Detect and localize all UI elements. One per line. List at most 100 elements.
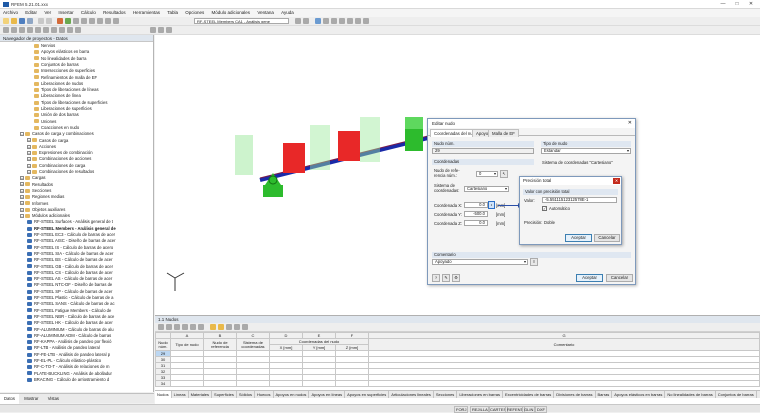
tab-malla-ef[interactable]: Malla de EF <box>488 129 519 137</box>
top-view-icon[interactable] <box>355 18 361 24</box>
member-icon[interactable] <box>27 27 33 33</box>
sheet-tab[interactable]: Liberaciones en barras <box>457 391 504 398</box>
table-tool-1-icon[interactable] <box>158 324 164 330</box>
table-cell[interactable] <box>236 380 270 387</box>
menu-insertar[interactable]: Insertar <box>55 9 76 17</box>
sheet-tab[interactable]: Excentricidades de barras <box>503 391 555 398</box>
sheet-tab[interactable]: No linealidades de barras <box>665 391 716 398</box>
expand-icon[interactable]: + <box>27 138 31 143</box>
full-precision-button[interactable]: • <box>488 201 495 209</box>
measure-icon[interactable] <box>150 27 156 33</box>
menu-editar[interactable]: Editar <box>22 9 40 17</box>
expand-icon[interactable]: + <box>27 157 31 162</box>
expand-icon[interactable]: + <box>20 201 24 206</box>
side-view-icon[interactable] <box>363 18 369 24</box>
expand-icon[interactable]: + <box>27 169 31 174</box>
menu-ver[interactable]: Ver <box>41 9 54 17</box>
coord-x-field[interactable]: 0.0 <box>464 202 488 208</box>
pan-icon[interactable] <box>113 18 119 24</box>
table-tool-7-icon[interactable] <box>210 324 216 330</box>
line-icon[interactable] <box>19 27 25 33</box>
menu-ayuda[interactable]: Ayuda <box>278 9 297 17</box>
nav-item[interactable]: BRACING - Cálculo de arriostramiento d <box>0 377 109 384</box>
open-icon[interactable] <box>11 18 17 24</box>
table-tool-2-icon[interactable] <box>166 324 172 330</box>
sheet-tab[interactable]: Materiales <box>189 391 213 398</box>
coord-sys-select[interactable]: Cartesiano <box>464 186 509 192</box>
dimension-icon[interactable] <box>158 27 164 33</box>
wireframe-icon[interactable] <box>331 18 337 24</box>
calculate-icon[interactable] <box>57 18 63 24</box>
solid-icon[interactable] <box>43 27 49 33</box>
settings-icon[interactable]: ⚙ <box>452 274 460 282</box>
ref-node-select[interactable]: 0 <box>476 171 498 177</box>
coord-y-field[interactable]: -500.0 <box>464 211 488 217</box>
grid-icon[interactable] <box>67 27 73 33</box>
comment-icon[interactable] <box>166 27 172 33</box>
view-icon[interactable] <box>97 18 103 24</box>
print-icon[interactable] <box>27 18 33 24</box>
table-cell[interactable] <box>269 380 303 387</box>
precision-cancel-button[interactable]: Cancelar <box>594 234 620 242</box>
precision-ok-button[interactable]: Aceptar <box>565 234 592 242</box>
menu-ventana[interactable]: Ventana <box>254 9 277 17</box>
sheet-tab[interactable]: Divisiones de barras <box>554 391 596 398</box>
sheet-tab[interactable]: Apoyos en líneas <box>309 391 346 398</box>
sheet-tab[interactable]: Articulaciones lineales <box>389 391 434 398</box>
sheet-tab[interactable]: Conjuntos de barras <box>716 391 757 398</box>
expand-icon[interactable]: + <box>27 150 31 155</box>
red-plate-1[interactable] <box>283 143 305 173</box>
iso-view-icon[interactable] <box>339 18 345 24</box>
table-tool-9-icon[interactable] <box>226 324 232 330</box>
precision-value-field[interactable]: -5.55111512312578E-1 <box>542 197 617 203</box>
sheet-tab[interactable]: Huecos <box>255 391 274 398</box>
nav-tab-vistas[interactable]: Vistas <box>44 394 63 404</box>
table-tool-11-icon[interactable] <box>242 324 248 330</box>
render-icon[interactable] <box>323 18 329 24</box>
expand-icon[interactable]: + <box>27 163 31 168</box>
node-type-select[interactable]: Estándar <box>541 148 631 154</box>
table-cell[interactable] <box>335 380 369 387</box>
snap-icon[interactable] <box>75 27 81 33</box>
edit-icon[interactable]: ✎ <box>442 274 450 282</box>
collapse-icon[interactable]: − <box>20 213 24 218</box>
red-plate-2[interactable] <box>338 131 360 161</box>
table-tool-3-icon[interactable] <box>174 324 180 330</box>
surface-icon[interactable] <box>35 27 41 33</box>
expand-icon[interactable]: + <box>20 195 24 200</box>
table-icon[interactable] <box>73 18 79 24</box>
pick-ref-node-icon[interactable]: ↖ <box>500 170 508 178</box>
sheet-tab[interactable]: Apoyos en nudos <box>274 391 310 398</box>
table-row[interactable]: 34 <box>155 380 760 387</box>
expand-icon[interactable]: + <box>27 144 31 149</box>
module-prev-icon[interactable] <box>295 18 301 24</box>
select-icon[interactable] <box>3 27 9 33</box>
node-icon[interactable] <box>11 27 17 33</box>
module-next-icon[interactable] <box>303 18 309 24</box>
table-tool-8-icon[interactable] <box>218 324 224 330</box>
sheet-tab[interactable]: Líneas <box>172 391 189 398</box>
automatic-checkbox[interactable]: ✓ <box>542 206 547 211</box>
results-icon[interactable] <box>65 18 71 24</box>
collapse-icon[interactable]: − <box>20 132 24 137</box>
nav-tab-mostrar[interactable]: Mostrar <box>20 394 42 404</box>
loads-icon[interactable] <box>89 18 95 24</box>
display-icon[interactable] <box>315 18 321 24</box>
menu-calculo[interactable]: Cálculo <box>78 9 99 17</box>
table-cell[interactable] <box>170 380 204 387</box>
zoom-icon[interactable] <box>105 18 111 24</box>
edit-node-cancel-button[interactable]: Cancelar <box>606 274 633 282</box>
redo-icon[interactable] <box>46 18 52 24</box>
close-window-button[interactable]: ✕ <box>744 1 758 8</box>
expand-icon[interactable]: + <box>20 176 24 181</box>
menu-archivo[interactable]: Archivo <box>0 9 21 17</box>
undo-icon[interactable] <box>38 18 44 24</box>
sheet-tab[interactable]: Nudos <box>155 391 172 398</box>
sheet-tab[interactable]: Apoyos elásticos en barras <box>612 391 666 398</box>
table-tool-10-icon[interactable] <box>234 324 240 330</box>
expand-icon[interactable]: + <box>20 207 24 212</box>
sheet-tab[interactable]: Superficies <box>212 391 237 398</box>
expand-icon[interactable]: + <box>20 188 24 193</box>
comment-field[interactable]: Apoyado <box>432 259 528 265</box>
table-cell[interactable] <box>368 380 760 387</box>
